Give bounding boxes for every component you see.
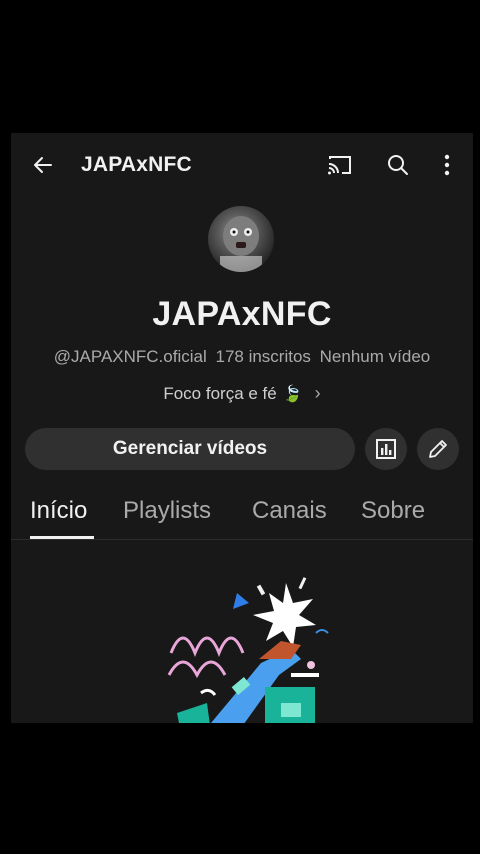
analytics-button[interactable] xyxy=(365,428,407,470)
top-app-bar: JAPAxNFC xyxy=(11,133,473,197)
channel-handle: @JAPAXNFC.oficial xyxy=(53,347,207,366)
channel-description[interactable]: Foco força e fé 🍃 › xyxy=(11,383,473,404)
tab-playlists[interactable]: Playlists xyxy=(123,497,211,525)
back-button[interactable] xyxy=(27,149,59,181)
active-tab-indicator xyxy=(30,536,94,539)
empty-state-illustration xyxy=(141,563,361,723)
leaf-emoji: 🍃 xyxy=(282,385,303,403)
edit-channel-button[interactable] xyxy=(417,428,459,470)
tab-canais[interactable]: Canais xyxy=(252,497,327,525)
celebration-illustration-icon xyxy=(167,577,329,723)
cast-button[interactable] xyxy=(324,149,356,181)
channel-meta: @JAPAXNFC.oficial 178 inscritos Nenhum v… xyxy=(11,347,473,367)
more-options-button[interactable] xyxy=(431,149,463,181)
subscriber-count: 178 inscritos xyxy=(215,347,311,366)
avatar-face-icon xyxy=(220,216,262,272)
pencil-icon xyxy=(429,440,447,458)
channel-name: JAPAxNFC xyxy=(152,295,332,333)
more-vert-icon xyxy=(444,154,450,176)
manage-videos-button[interactable]: Gerenciar vídeos xyxy=(25,428,355,470)
back-arrow-icon xyxy=(34,157,52,173)
search-button[interactable] xyxy=(382,149,414,181)
description-text: Foco força e fé xyxy=(163,383,277,403)
cast-icon xyxy=(328,156,351,175)
analytics-icon xyxy=(376,439,396,459)
channel-page: JAPAxNFC JAPAxNFC @JAPAXNFC.oficial 178 … xyxy=(11,133,473,723)
chevron-right-icon: › xyxy=(314,383,321,403)
app-bar-title: JAPAxNFC xyxy=(81,153,192,176)
channel-avatar[interactable] xyxy=(208,206,274,272)
tab-inicio[interactable]: Início xyxy=(30,497,87,525)
tab-sobre[interactable]: Sobre xyxy=(361,497,425,525)
video-count: Nenhum vídeo xyxy=(319,347,431,366)
manage-videos-label: Gerenciar vídeos xyxy=(112,438,268,459)
channel-tabs: Início Playlists Canais Sobre xyxy=(11,491,473,540)
search-icon xyxy=(388,155,408,175)
